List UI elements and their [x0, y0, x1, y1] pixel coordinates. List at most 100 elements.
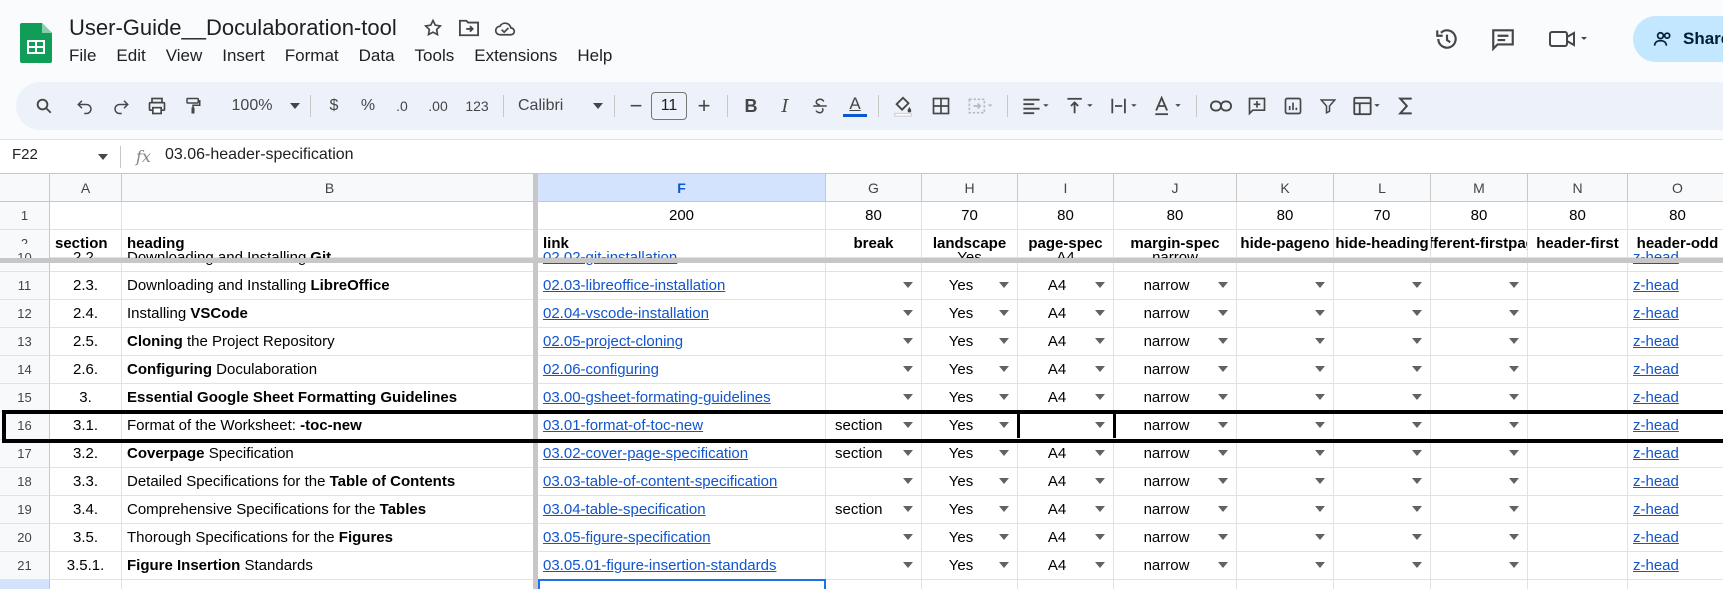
- cell-empty[interactable]: [1114, 580, 1237, 589]
- undo-icon[interactable]: [66, 90, 104, 122]
- cell-margin-spec[interactable]: narrow: [1114, 356, 1237, 384]
- cell-page-spec[interactable]: A4: [1018, 468, 1114, 496]
- cell-heading[interactable]: Cloning the Project Repository: [122, 328, 538, 356]
- cell-page-spec[interactable]: A4: [1018, 552, 1114, 580]
- dropdown-chevron-icon[interactable]: [1095, 310, 1105, 316]
- dropdown-chevron-icon[interactable]: [1412, 534, 1422, 540]
- cell-page-spec[interactable]: [1018, 412, 1114, 440]
- cell-empty[interactable]: [1237, 580, 1334, 589]
- cell-hide-pageno[interactable]: [1237, 468, 1334, 496]
- cell-margin-spec[interactable]: narrow: [1114, 384, 1237, 412]
- dropdown-chevron-icon[interactable]: [1509, 478, 1519, 484]
- cell-break[interactable]: [826, 356, 922, 384]
- cell-hide-heading[interactable]: [1334, 440, 1431, 468]
- dropdown-chevron-icon[interactable]: [999, 478, 1009, 484]
- row-header[interactable]: 20: [0, 524, 50, 552]
- dropdown-chevron-icon[interactable]: [903, 562, 913, 568]
- cell-empty[interactable]: [1628, 580, 1723, 589]
- cell-empty[interactable]: [1528, 580, 1628, 589]
- column-header-h[interactable]: H: [922, 174, 1018, 202]
- cell-hide-heading[interactable]: [1334, 552, 1431, 580]
- cell-header-odd[interactable]: z-head: [1628, 496, 1723, 524]
- dropdown-chevron-icon[interactable]: [1218, 366, 1228, 372]
- cell-heading[interactable]: Installing VSCode: [122, 300, 538, 328]
- chevron-down-icon[interactable]: [98, 154, 108, 160]
- dropdown-chevron-icon[interactable]: [1509, 338, 1519, 344]
- comments-icon[interactable]: [1488, 24, 1518, 54]
- insert-comment-icon[interactable]: [1239, 90, 1275, 122]
- italic-button[interactable]: I: [768, 90, 802, 122]
- cell-section[interactable]: 3.3.: [50, 468, 122, 496]
- font-family-select[interactable]: Calibri: [510, 90, 588, 122]
- cell-header-first[interactable]: [1528, 496, 1628, 524]
- dropdown-chevron-icon[interactable]: [1218, 534, 1228, 540]
- cell-break[interactable]: [826, 552, 922, 580]
- insert-chart-icon[interactable]: [1275, 90, 1311, 122]
- share-button[interactable]: Share: [1633, 16, 1723, 62]
- cell-heading[interactable]: Downloading and Installing LibreOffice: [122, 272, 538, 300]
- sheets-logo-icon[interactable]: [20, 23, 52, 63]
- cell-header-first[interactable]: [1528, 300, 1628, 328]
- dropdown-chevron-icon[interactable]: [1218, 394, 1228, 400]
- dropdown-chevron-icon[interactable]: [903, 422, 913, 428]
- cell-link[interactable]: 03.01-format-of-toc-new: [538, 412, 826, 440]
- cell-landscape[interactable]: Yes: [922, 468, 1018, 496]
- cell-header-odd[interactable]: z-head: [1628, 300, 1723, 328]
- dropdown-chevron-icon[interactable]: [903, 478, 913, 484]
- dropdown-chevron-icon[interactable]: [1412, 478, 1422, 484]
- dropdown-chevron-icon[interactable]: [1412, 338, 1422, 344]
- decrease-decimal-button[interactable]: .0: [385, 90, 419, 122]
- dropdown-chevron-icon[interactable]: [999, 338, 1009, 344]
- cell-margin-spec[interactable]: narrow: [1114, 552, 1237, 580]
- cell-hide-heading[interactable]: [1334, 412, 1431, 440]
- cell-section[interactable]: 3.5.1.: [50, 552, 122, 580]
- dropdown-chevron-icon[interactable]: [999, 422, 1009, 428]
- dropdown-chevron-icon[interactable]: [1095, 422, 1105, 428]
- cell-link[interactable]: 03.03-table-of-content-specification: [538, 468, 826, 496]
- cell-margin-spec[interactable]: narrow: [1114, 300, 1237, 328]
- cell-link[interactable]: 02.04-vscode-installation: [538, 300, 826, 328]
- dropdown-chevron-icon[interactable]: [1095, 534, 1105, 540]
- dropdown-chevron-icon[interactable]: [999, 534, 1009, 540]
- cell-header-odd[interactable]: z-head: [1628, 272, 1723, 300]
- cell-l1[interactable]: 70: [1334, 202, 1431, 230]
- dropdown-chevron-icon[interactable]: [1509, 394, 1519, 400]
- row-header[interactable]: 21: [0, 552, 50, 580]
- print-icon[interactable]: [138, 90, 176, 122]
- cell-different-firstpage[interactable]: [1431, 328, 1528, 356]
- cell-different-firstpage[interactable]: [1431, 440, 1528, 468]
- cell-empty[interactable]: [50, 580, 122, 589]
- text-color-button[interactable]: A: [838, 90, 872, 122]
- dropdown-chevron-icon[interactable]: [1412, 450, 1422, 456]
- frozen-column-divider[interactable]: [533, 174, 538, 589]
- menu-tools[interactable]: Tools: [415, 46, 455, 66]
- cell-section[interactable]: 2.4.: [50, 300, 122, 328]
- text-wrapping-icon[interactable]: [1102, 90, 1146, 122]
- cell-landscape[interactable]: Yes: [922, 272, 1018, 300]
- cell-different-firstpage[interactable]: [1431, 552, 1528, 580]
- filter-views-icon[interactable]: [1345, 90, 1389, 122]
- fill-color-icon[interactable]: [885, 90, 921, 122]
- column-header-l[interactable]: L: [1334, 174, 1431, 202]
- cell-break[interactable]: [826, 524, 922, 552]
- dropdown-chevron-icon[interactable]: [1509, 506, 1519, 512]
- percent-format-button[interactable]: %: [351, 90, 385, 122]
- dropdown-chevron-icon[interactable]: [1412, 422, 1422, 428]
- cell-n1[interactable]: 80: [1528, 202, 1628, 230]
- dropdown-chevron-icon[interactable]: [999, 366, 1009, 372]
- menu-extensions[interactable]: Extensions: [474, 46, 557, 66]
- cell-landscape[interactable]: Yes: [922, 440, 1018, 468]
- cell-section[interactable]: 2.3.: [50, 272, 122, 300]
- cell-break[interactable]: section: [826, 440, 922, 468]
- cell-hide-pageno[interactable]: [1237, 356, 1334, 384]
- dropdown-chevron-icon[interactable]: [999, 394, 1009, 400]
- merge-cells-icon[interactable]: [961, 90, 1001, 122]
- cell-heading[interactable]: Format of the Worksheet: -toc-new: [122, 412, 538, 440]
- cell-section[interactable]: 2.6.: [50, 356, 122, 384]
- menu-data[interactable]: Data: [359, 46, 395, 66]
- dropdown-chevron-icon[interactable]: [1412, 562, 1422, 568]
- dropdown-chevron-icon[interactable]: [1509, 422, 1519, 428]
- dropdown-chevron-icon[interactable]: [903, 394, 913, 400]
- functions-icon[interactable]: [1389, 90, 1423, 122]
- dropdown-chevron-icon[interactable]: [903, 450, 913, 456]
